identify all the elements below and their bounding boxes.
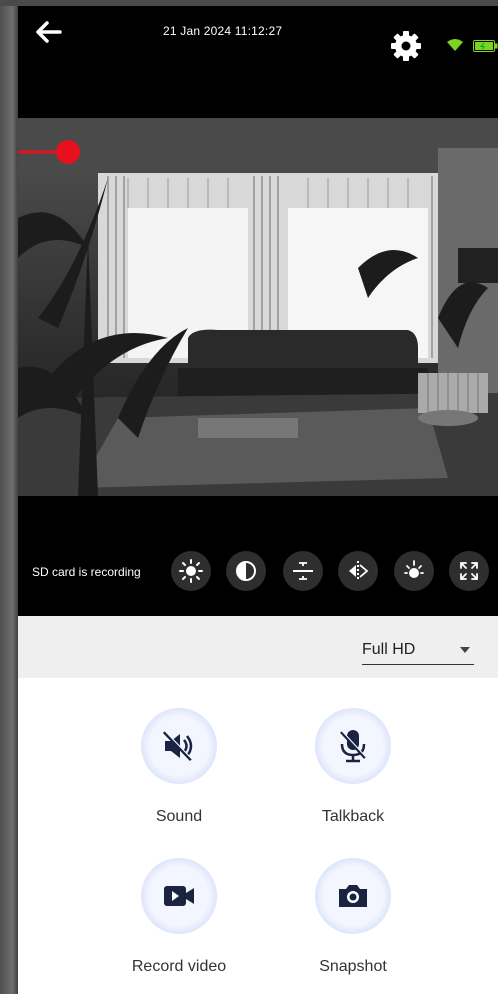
snapshot-action[interactable]: Snapshot (283, 858, 423, 976)
quality-selected-label: Full HD (362, 641, 416, 658)
fullscreen-button[interactable] (449, 551, 489, 591)
night-vision-button[interactable] (394, 551, 434, 591)
night-vision-icon (404, 560, 424, 578)
flip-horizontal-button[interactable] (338, 551, 378, 591)
video-control-bar: SD card is recording (18, 496, 498, 616)
snapshot-label: Snapshot (319, 958, 387, 975)
talkback-button[interactable] (315, 708, 391, 784)
contrast-icon (236, 561, 256, 581)
flip-horizontal-icon (349, 561, 369, 581)
quality-row: Full HD (18, 616, 498, 678)
recording-indicator (56, 140, 80, 164)
contrast-button[interactable] (226, 551, 266, 591)
camera-feed-scene (18, 118, 498, 496)
flip-vertical-icon (293, 562, 313, 580)
sound-button[interactable] (141, 708, 217, 784)
battery-icon (473, 40, 498, 52)
talkback-action[interactable]: Talkback (283, 708, 423, 826)
chevron-down-icon (460, 647, 470, 653)
quality-dropdown[interactable]: Full HD (362, 634, 474, 665)
microphone-muted-icon (340, 730, 367, 763)
record-video-action[interactable]: Record video (109, 858, 249, 976)
camera-feed[interactable] (18, 118, 498, 496)
app-screen: 21 Jan 2024 11:12:27 SD card is recordin… (18, 6, 498, 994)
datetime-label: 21 Jan 2024 11:12:27 (163, 24, 283, 38)
snapshot-button[interactable] (315, 858, 391, 934)
record-video-button[interactable] (141, 858, 217, 934)
speaker-muted-icon (162, 730, 193, 762)
flip-vertical-button[interactable] (283, 551, 323, 591)
wifi-icon (447, 39, 463, 51)
sd-recording-status: SD card is recording (32, 565, 141, 579)
record-video-label: Record video (131, 958, 227, 975)
brightness-button[interactable] (171, 551, 211, 591)
talkback-label: Talkback (321, 808, 385, 825)
back-arrow-icon[interactable] (30, 14, 66, 50)
sound-label: Sound (155, 808, 203, 825)
device-frame-left (0, 0, 18, 994)
top-bar: 21 Jan 2024 11:12:27 (18, 6, 498, 118)
sound-action[interactable]: Sound (109, 708, 249, 826)
video-camera-icon (164, 886, 194, 906)
brightness-icon (179, 559, 203, 583)
camera-icon (339, 885, 367, 907)
fullscreen-icon (460, 562, 478, 580)
action-panel: Sound Talkback Record video Snapshot (18, 678, 498, 994)
gear-icon[interactable] (388, 28, 424, 64)
